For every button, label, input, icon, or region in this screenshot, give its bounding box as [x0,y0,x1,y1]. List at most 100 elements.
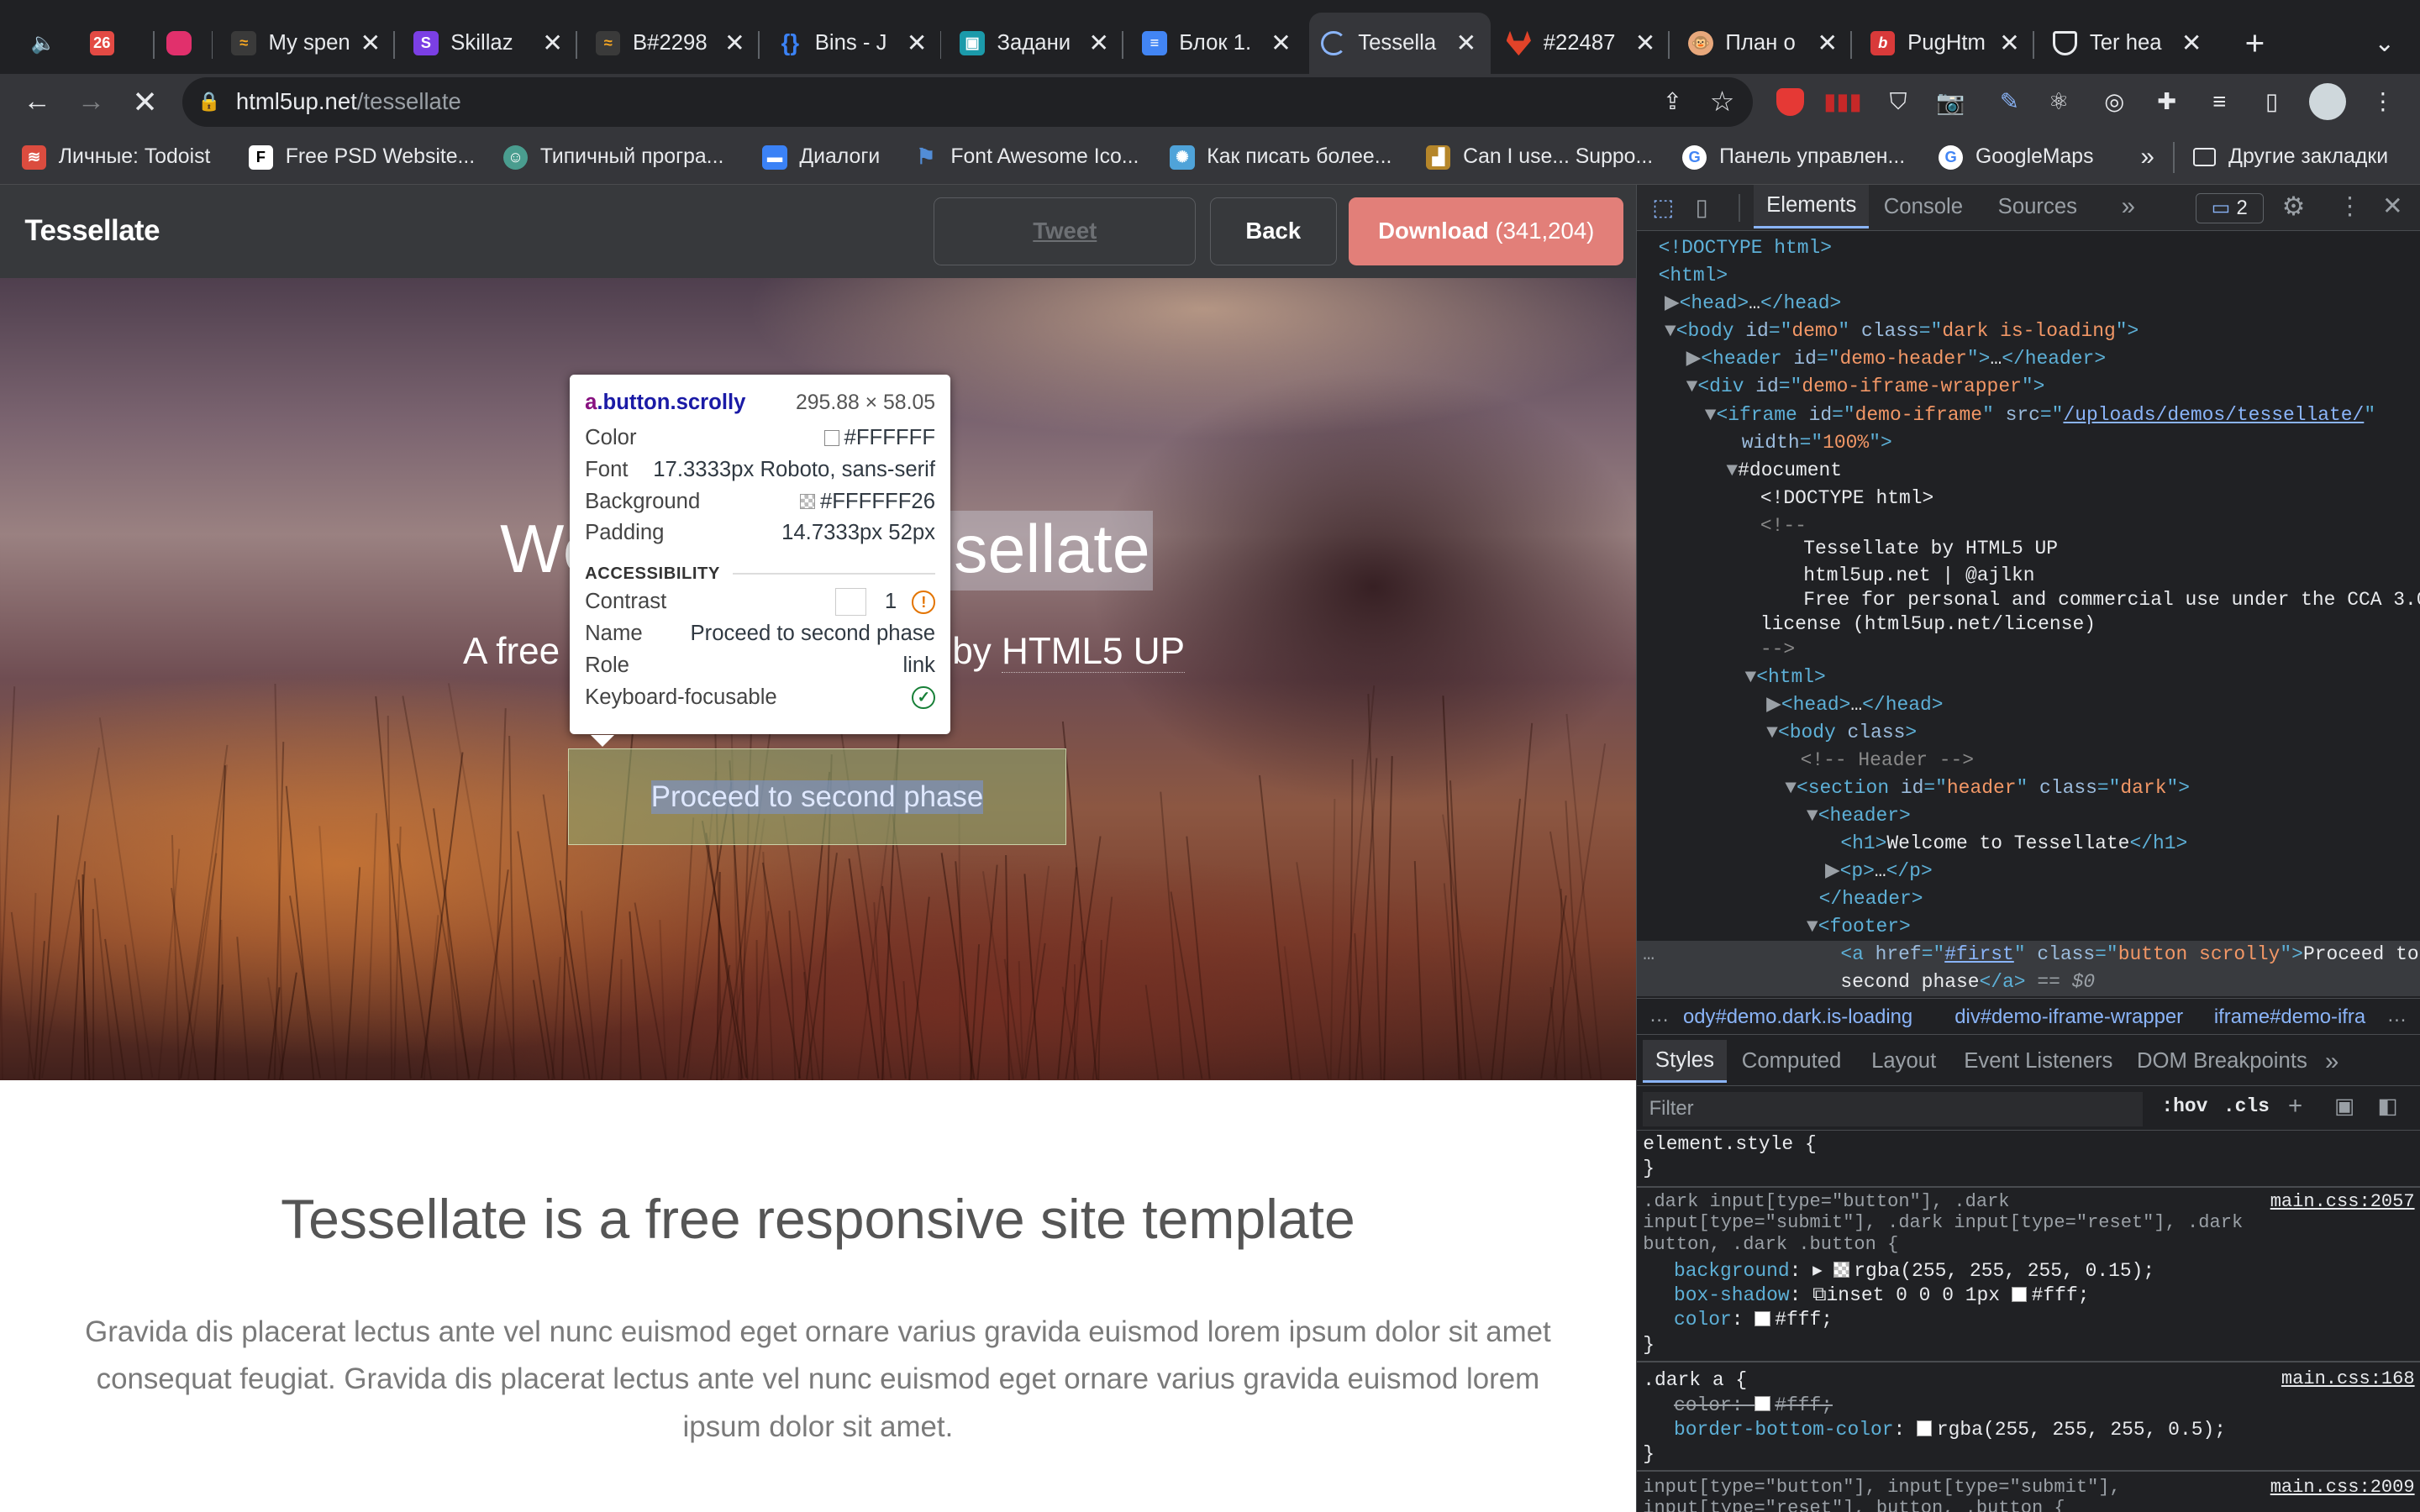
styles-more-tabs[interactable]: » [2312,1040,2351,1083]
address-bar[interactable]: 🔒 html5up.net/tessellate ⇪ ☆ [182,76,1754,127]
back-arrow-icon[interactable]: ← [15,81,58,123]
rule2-source-link[interactable]: main.css:168 [2281,1368,2415,1389]
dom-line[interactable]: ▼<iframe id="demo-iframe" src="/uploads/… [1637,402,2420,430]
dom-line[interactable]: <a href="#first" class="button scrolly">… [1637,941,2420,969]
bookmark-kak-pisat[interactable]: ✺ Как писать более... [1170,142,1392,173]
dom-line[interactable]: ▼#document [1637,457,2420,486]
devtools-tab-console[interactable]: Console [1871,185,1975,228]
back-button[interactable]: Back [1209,197,1337,265]
close-icon[interactable]: ✕ [904,29,929,58]
close-icon[interactable]: ✕ [1454,29,1478,58]
dom-line[interactable]: <!-- Header --> [1637,747,2420,775]
tweet-button[interactable]: Tweet [934,197,1197,265]
dom-line[interactable]: ▼<div id="demo-iframe-wrapper"> [1637,373,2420,402]
dom-line[interactable]: second phase</a> == $0 [1637,969,2420,996]
extension-shield-red-icon[interactable] [1772,83,1809,120]
styles-filter-input[interactable]: Filter [1643,1092,2144,1126]
chevron-down-icon[interactable]: ⌄ [2374,29,2395,58]
close-devtools-icon[interactable]: ✕ [2382,192,2403,221]
extension-react-icon[interactable]: ⚛ [2040,83,2077,120]
chevrons-right-icon[interactable]: » [2141,143,2154,171]
tab-search-button[interactable]: ⌄ [2361,13,2407,74]
device-toolbar-icon[interactable]: ▯ [1696,194,1723,222]
close-icon[interactable]: ✕ [1633,29,1657,58]
close-icon[interactable]: ✕ [1815,29,1839,58]
color-swatch-icon[interactable] [1833,1262,1849,1278]
lock-icon[interactable]: 🔒 [197,91,220,113]
devtools-tab-elements[interactable]: Elements [1754,185,1869,228]
rule1-source-link[interactable]: main.css:2057 [2270,1191,2415,1212]
tab-dom-breakpoints[interactable]: DOM Breakpoints [2124,1040,2319,1083]
extension-audio-icon[interactable]: ▮▮▮ [1823,83,1861,120]
devtools-more-tabs[interactable]: » [2109,185,2148,228]
bookmark-panel[interactable]: G Панель управлен... [1682,142,1905,173]
breadcrumb-ellipsis[interactable]: … [2387,1004,2407,1027]
paint-roller-icon[interactable]: ▣ [2334,1094,2354,1119]
bookmark-googlemaps[interactable]: G GoogleMaps [1938,142,2093,173]
tab-styles[interactable]: Styles [1643,1039,1727,1084]
dom-line[interactable]: Tessellate by HTML5 UP [1637,535,2420,564]
tab-muted[interactable]: 🔈 [18,13,77,74]
tab-calendar[interactable]: 26 [77,13,155,74]
close-icon[interactable]: ✕ [1997,29,2022,58]
dom-line[interactable]: ▼<html> [1637,664,2420,692]
tab-b2298[interactable]: ≈ B#2298 ✕ [583,13,760,74]
breadcrumb-item[interactable]: iframe#demo-ifra [2214,1005,2375,1029]
tab-skillaz[interactable]: S Skillaz ✕ [402,13,577,74]
inspect-element-icon[interactable]: ⬚ [1652,194,1680,222]
extension-color-picker-icon[interactable]: ✎ [1991,83,2028,120]
media-control-icon[interactable]: ≡ [2201,83,2238,120]
close-icon[interactable]: ✕ [1269,29,1293,58]
dom-line[interactable]: --> [1637,636,2420,664]
bookmark-tipichny[interactable]: ☺ Типичный програ... [502,142,723,173]
tab-computed[interactable]: Computed [1729,1040,1854,1083]
share-icon[interactable]: ⇪ [1663,88,1682,115]
shadow-editor-icon[interactable]: ⧉ [1812,1284,1826,1306]
color-swatch-icon[interactable] [2011,1286,2028,1302]
download-button[interactable]: Download (341,204) [1349,197,1624,265]
rule1-decl-color[interactable]: color: #fff; [1674,1308,1833,1331]
dom-line[interactable]: ▶<head>…</head> [1637,691,2420,720]
browser-menu-icon[interactable]: ⋮ [2365,83,2402,120]
bookmark-free-psd[interactable]: F Free PSD Website... [248,142,475,173]
dom-line[interactable]: ▶<head>…</head> [1637,290,2420,318]
settings-gear-icon[interactable]: ⚙ [2282,192,2306,222]
tab-bins[interactable]: {} Bins - J ✕ [765,13,942,74]
dom-line[interactable]: <h1>Welcome to Tessellate</h1> [1637,830,2420,858]
color-swatch-icon[interactable] [1754,1395,1770,1412]
site-brand[interactable]: Tessellate [24,214,160,248]
breadcrumb-ellipsis[interactable]: … [1649,1004,1670,1027]
bookmark-star-icon[interactable]: ☆ [1710,85,1735,118]
side-panel-icon[interactable]: ▯ [2254,83,2291,120]
close-icon[interactable]: ✕ [540,29,565,58]
hov-toggle[interactable]: :hov [2161,1095,2207,1117]
new-tab-button[interactable]: + [2232,13,2278,74]
bookmark-font-awesome[interactable]: ⚑ Font Awesome Ico... [913,142,1139,173]
rule3-selector[interactable]: input[type="button"], input[type="submit… [1643,1477,2121,1512]
dom-line[interactable]: ▼<body class> [1637,719,2420,748]
issues-badge[interactable]: ▭ 2 [2195,192,2264,224]
dom-line[interactable]: </header> [1637,885,2420,914]
new-rule-plus-icon[interactable]: + [2288,1092,2302,1121]
plus-icon[interactable]: + [2245,24,2265,63]
dom-line[interactable]: ▼<header> [1637,802,2420,831]
toggle-sidebar-icon[interactable]: ◧ [2378,1094,2398,1119]
extension-target-icon[interactable]: ◎ [2096,83,2133,120]
tab-gitlab[interactable]: #22487 ✕ [1494,13,1670,74]
tab-instagram[interactable] [155,13,213,74]
rule3-source-link[interactable]: main.css:2009 [2270,1477,2415,1498]
bookmark-other[interactable]: Другие закладки [2192,142,2388,173]
dom-line[interactable]: ▶<p>…</p> [1637,858,2420,886]
cls-toggle[interactable]: .cls [2223,1095,2270,1117]
stop-loading-icon[interactable]: ✕ [124,81,166,123]
devtools-tab-sources[interactable]: Sources [1986,185,2090,228]
html5up-link[interactable]: HTML5 UP [1002,631,1186,674]
rule1-decl-box-shadow[interactable]: box-shadow: ⧉inset 0 0 0 1px #fff; [1674,1284,2090,1307]
bookmarks-overflow-button[interactable]: » [2141,142,2154,173]
breadcrumb-item[interactable]: ody#demo.dark.is-loading [1683,1005,1912,1029]
color-swatch-icon[interactable] [1754,1310,1770,1327]
speaker-muted-icon[interactable]: 🔈 [31,31,56,55]
close-icon[interactable]: ✕ [358,29,382,58]
tab-tessellate-active[interactable]: Tessella ✕ [1308,12,1491,75]
forward-arrow-icon[interactable]: → [70,81,113,123]
